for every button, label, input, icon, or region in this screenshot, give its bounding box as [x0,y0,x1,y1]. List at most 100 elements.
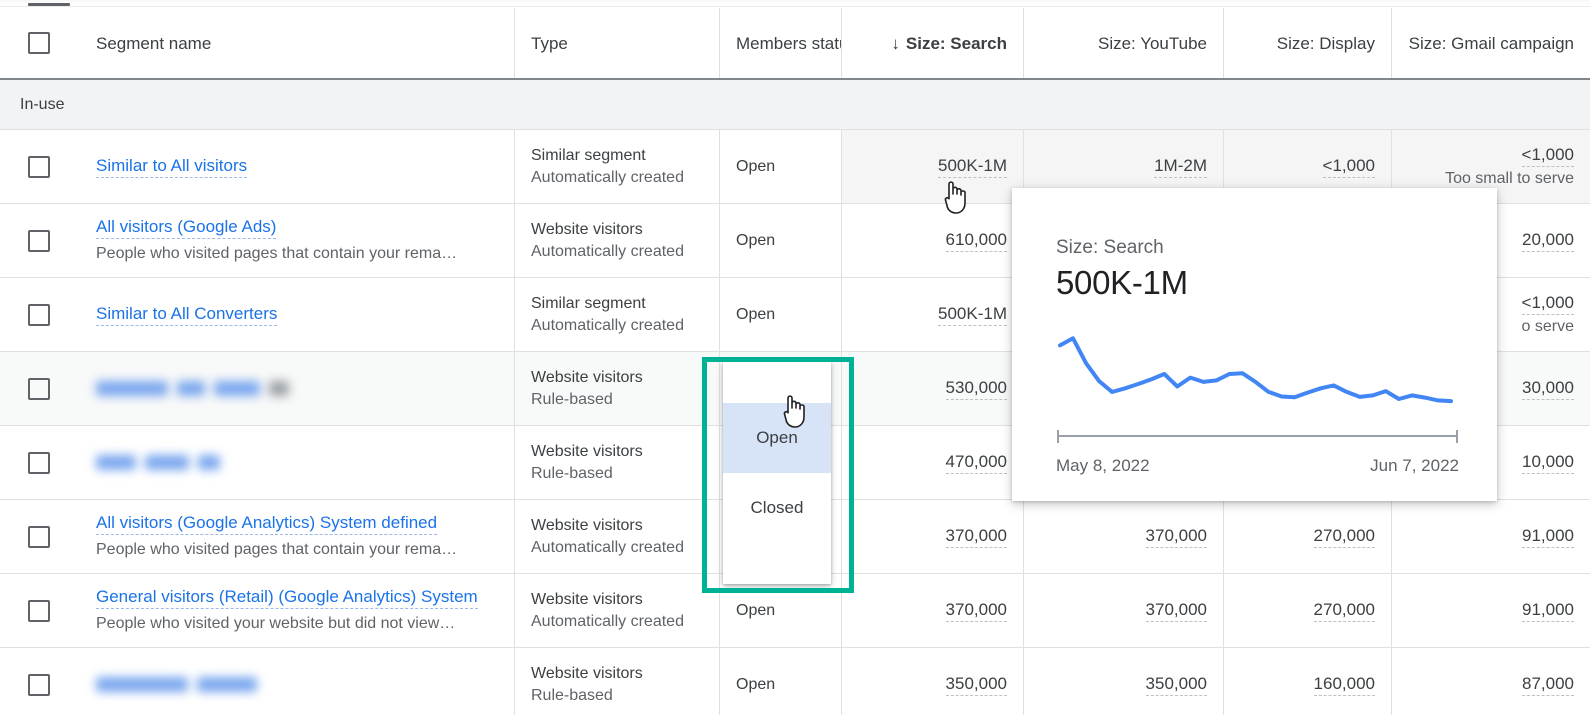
size-gmail-campaign-cell[interactable]: 91,000 [1392,574,1590,647]
row-select-checkbox[interactable] [28,452,50,474]
segment-name-redacted [96,454,229,472]
column-header-type[interactable]: Type [515,8,720,78]
size-display-value[interactable]: 160,000 [1314,674,1375,696]
members-status-dropdown[interactable]: Open Closed [723,362,831,584]
segment-name-link[interactable]: Similar to All Converters [96,303,277,326]
size-youtube-value[interactable]: 350,000 [1146,674,1207,696]
row-select-cell[interactable] [0,500,80,573]
size-search-value[interactable]: 370,000 [946,600,1007,622]
column-header-size-search[interactable]: ↓ Size: Search [842,8,1024,78]
segment-name-cell[interactable] [80,426,515,499]
column-header-size-display[interactable]: Size: Display [1224,8,1392,78]
row-select-cell[interactable] [0,426,80,499]
size-search-value[interactable]: 350,000 [946,674,1007,696]
members-status-value[interactable]: Open [736,676,825,694]
select-all-cell[interactable] [0,8,80,78]
size-search-cell[interactable]: 530,000 [842,352,1024,425]
size-display-cell[interactable]: 160,000 [1224,648,1392,715]
segment-name-cell[interactable] [80,648,515,715]
row-select-cell[interactable] [0,648,80,715]
column-header-size-gmail-campaign[interactable]: Size: Gmail campaign [1392,8,1590,78]
size-search-value[interactable]: 370,000 [946,526,1007,548]
size-gmail-campaign-value[interactable]: 91,000 [1522,526,1574,548]
size-gmail-campaign-cell[interactable]: 87,000 [1392,648,1590,715]
segment-name-cell[interactable]: Similar to All visitors [80,130,515,203]
segment-name-link[interactable]: Similar to All visitors [96,155,247,178]
size-search-cell[interactable]: 610,000 [842,204,1024,277]
row-select-cell[interactable] [0,204,80,277]
segment-name-cell[interactable]: All visitors (Google Ads)People who visi… [80,204,515,277]
size-display-value[interactable]: 270,000 [1314,526,1375,548]
members-status-cell[interactable]: Open [720,130,842,203]
size-display-value[interactable]: 270,000 [1314,600,1375,622]
row-select-cell[interactable] [0,574,80,647]
size-search-cell[interactable]: 500K-1M [842,278,1024,351]
tooltip-sparkline-chart [1056,318,1459,448]
members-status-value[interactable]: Open [736,232,825,250]
row-select-checkbox[interactable] [28,230,50,252]
row-select-checkbox[interactable] [28,304,50,326]
redaction-bar [177,381,205,396]
segment-name-link[interactable]: General visitors (Retail) (Google Analyt… [96,586,478,609]
size-gmail-campaign-value[interactable]: 91,000 [1522,600,1574,622]
size-gmail-campaign-value[interactable]: <1,000 [1522,293,1574,315]
size-search-value[interactable]: 500K-1M [938,304,1007,326]
segment-name-link[interactable]: All visitors (Google Analytics) System d… [96,512,437,535]
segment-name-cell[interactable] [80,352,515,425]
dropdown-option-open[interactable]: Open [723,403,831,473]
size-search-value[interactable]: 470,000 [946,452,1007,474]
table-row[interactable]: General visitors (Retail) (Google Analyt… [0,574,1590,648]
size-youtube-cell[interactable]: 370,000 [1024,500,1224,573]
members-status-cell[interactable]: Open [720,574,842,647]
size-youtube-value[interactable]: 370,000 [1146,600,1207,622]
segment-type-cell: Website visitorsAutomatically created [515,204,720,277]
row-select-checkbox[interactable] [28,526,50,548]
row-select-cell[interactable] [0,352,80,425]
row-select-checkbox[interactable] [28,378,50,400]
size-display-value[interactable]: <1,000 [1323,156,1375,178]
row-select-cell[interactable] [0,278,80,351]
members-status-value[interactable]: Open [736,602,825,620]
segment-name-cell[interactable]: General visitors (Retail) (Google Analyt… [80,574,515,647]
size-gmail-campaign-value[interactable]: <1,000 [1522,145,1574,167]
segment-type-cell: Similar segmentAutomatically created [515,278,720,351]
size-search-value[interactable]: 610,000 [946,230,1007,252]
members-status-cell[interactable]: Open [720,648,842,715]
size-display-cell[interactable]: 270,000 [1224,574,1392,647]
size-search-value[interactable]: 500K-1M [938,156,1007,178]
segment-name-link[interactable]: All visitors (Google Ads) [96,216,276,239]
top-edge-handle [28,3,70,6]
size-display-cell[interactable]: 270,000 [1224,500,1392,573]
size-gmail-campaign-value[interactable]: 20,000 [1522,230,1574,252]
column-header-size-youtube[interactable]: Size: YouTube [1024,8,1224,78]
column-header-segment-name[interactable]: Segment name [80,8,515,78]
size-gmail-campaign-value[interactable]: 10,000 [1522,452,1574,474]
size-gmail-campaign-cell[interactable]: 91,000 [1392,500,1590,573]
row-select-checkbox[interactable] [28,674,50,696]
size-youtube-value[interactable]: 370,000 [1146,526,1207,548]
select-all-checkbox[interactable] [28,32,50,54]
segment-name-cell[interactable]: All visitors (Google Analytics) System d… [80,500,515,573]
size-search-cell[interactable]: 370,000 [842,574,1024,647]
size-youtube-cell[interactable]: 370,000 [1024,574,1224,647]
size-search-cell[interactable]: 470,000 [842,426,1024,499]
dropdown-option-closed[interactable]: Closed [723,473,831,543]
column-header-members-status[interactable]: Members status [720,8,842,78]
row-select-cell[interactable] [0,130,80,203]
members-status-cell[interactable]: Open [720,278,842,351]
row-select-checkbox[interactable] [28,600,50,622]
members-status-value[interactable]: Open [736,158,825,176]
members-status-value[interactable]: Open [736,306,825,324]
size-gmail-campaign-value[interactable]: 30,000 [1522,378,1574,400]
size-search-value[interactable]: 530,000 [946,378,1007,400]
segment-name-cell[interactable]: Similar to All Converters [80,278,515,351]
table-row[interactable]: Website visitorsRule-basedOpen350,000350… [0,648,1590,715]
row-select-checkbox[interactable] [28,156,50,178]
size-search-cell[interactable]: 370,000 [842,500,1024,573]
size-search-cell[interactable]: 500K-1M [842,130,1024,203]
size-youtube-value[interactable]: 1M-2M [1154,156,1207,178]
size-gmail-campaign-value[interactable]: 87,000 [1522,674,1574,696]
size-search-cell[interactable]: 350,000 [842,648,1024,715]
size-youtube-cell[interactable]: 350,000 [1024,648,1224,715]
members-status-cell[interactable]: Open [720,204,842,277]
